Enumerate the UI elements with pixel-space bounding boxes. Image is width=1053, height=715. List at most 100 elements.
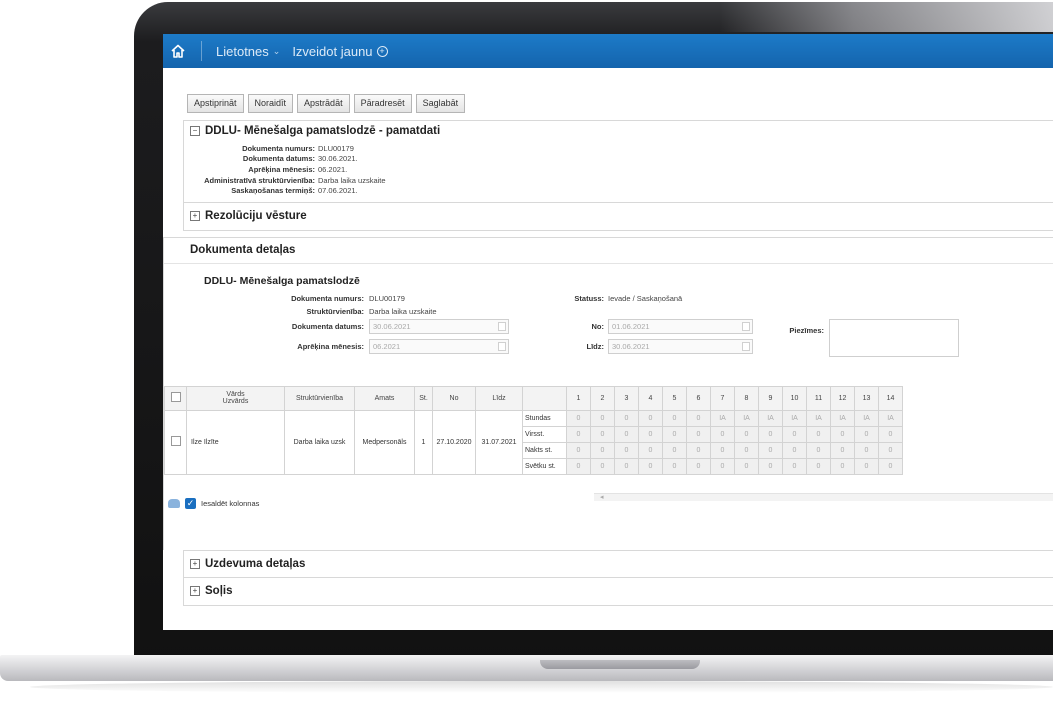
select-all-checkbox[interactable]	[170, 392, 181, 403]
day-cell[interactable]: 0	[830, 441, 855, 459]
day-cell[interactable]: 0	[686, 457, 711, 475]
day-cell[interactable]: 0	[758, 425, 783, 443]
col-position[interactable]: Amats	[354, 385, 415, 411]
day-cell[interactable]: 0	[806, 441, 831, 459]
day-cell[interactable]: 0	[710, 457, 735, 475]
col-unit[interactable]: Struktūrvienība	[284, 385, 355, 411]
day-cell[interactable]: 0	[734, 425, 759, 443]
day-cell[interactable]: 0	[734, 441, 759, 459]
day-cell[interactable]: 0	[830, 457, 855, 475]
day-cell[interactable]: 0	[662, 425, 687, 443]
collapse-icon[interactable]: −	[190, 126, 200, 136]
day-cell[interactable]: 0	[806, 425, 831, 443]
day-cell[interactable]: IA	[830, 409, 855, 427]
day-cell[interactable]: 0	[590, 425, 615, 443]
day-cell[interactable]: IA	[710, 409, 735, 427]
day-cell[interactable]: IA	[758, 409, 783, 427]
calendar-icon[interactable]	[742, 341, 750, 351]
col-from[interactable]: No	[432, 385, 476, 411]
day-cell[interactable]: 0	[662, 409, 687, 427]
scroll-left-icon[interactable]: ◂	[600, 493, 604, 501]
day-cell[interactable]: 0	[662, 441, 687, 459]
day-cell[interactable]: 0	[782, 457, 807, 475]
field-row: Aprēķina mēnesis: 06.2021.	[184, 164, 1053, 175]
day-cell[interactable]: 0	[758, 441, 783, 459]
day-cell[interactable]: 0	[638, 441, 663, 459]
field-value: Darba laika uzskaite	[318, 175, 386, 185]
col-count[interactable]: St.	[414, 385, 433, 411]
col-to[interactable]: Līdz	[475, 385, 523, 411]
section-steps[interactable]: + Soļis	[183, 577, 1053, 606]
day-cell[interactable]: 0	[590, 409, 615, 427]
day-cell[interactable]: 0	[638, 457, 663, 475]
day-cell[interactable]: 0	[854, 425, 879, 443]
day-cell[interactable]: 0	[782, 441, 807, 459]
day-cell[interactable]: 0	[590, 441, 615, 459]
calendar-icon[interactable]	[742, 321, 750, 331]
nav-apps[interactable]: Lietotnes ⌄	[216, 44, 280, 59]
save-button[interactable]: Saglabāt	[415, 94, 466, 113]
print-icon[interactable]	[168, 498, 180, 508]
day-cell[interactable]: 0	[566, 441, 591, 459]
home-button[interactable]	[163, 34, 193, 68]
day-cell[interactable]: IA	[782, 409, 807, 427]
day-cell[interactable]: IA	[854, 409, 879, 427]
day-cell[interactable]: 0	[878, 425, 903, 443]
day-cell[interactable]: 0	[878, 457, 903, 475]
calc-month-input[interactable]: 06.2021	[369, 338, 509, 354]
day-cell[interactable]: 0	[710, 425, 735, 443]
day-cell[interactable]: IA	[806, 409, 831, 427]
day-cell[interactable]: 0	[614, 441, 639, 459]
day-cell[interactable]: 0	[614, 457, 639, 475]
to-date-input[interactable]: 30.06.2021	[608, 338, 753, 354]
day-cell[interactable]: 0	[662, 457, 687, 475]
day-cell[interactable]: 0	[590, 457, 615, 475]
row-checkbox[interactable]	[170, 436, 181, 447]
expand-icon[interactable]: +	[190, 210, 200, 221]
day-cell[interactable]: 0	[638, 425, 663, 443]
nav-create-new[interactable]: Izveidot jaunu +	[292, 44, 388, 59]
day-cell[interactable]: 0	[806, 457, 831, 475]
day-cell[interactable]: 0	[638, 409, 663, 427]
horizontal-scrollbar[interactable]: ◂	[594, 492, 1053, 501]
section-history-header[interactable]: + Rezolūciju vēsture	[184, 203, 1053, 226]
expand-icon[interactable]: +	[190, 558, 200, 569]
day-cell[interactable]: 0	[614, 409, 639, 427]
redirect-button[interactable]: Pāradresēt	[353, 94, 412, 113]
day-cell[interactable]: 0	[686, 409, 711, 427]
day-cell[interactable]: 0	[566, 425, 591, 443]
day-cell[interactable]: 0	[566, 457, 591, 475]
day-cell[interactable]: 0	[878, 441, 903, 459]
from-date-input[interactable]: 01.06.2021	[608, 318, 753, 334]
freeze-columns-checkbox[interactable]: ✓	[185, 497, 196, 509]
day-cell[interactable]: IA	[734, 409, 759, 427]
col-name[interactable]: Vārds Uzvārds	[186, 385, 285, 411]
calendar-icon[interactable]	[498, 341, 506, 351]
section-basic-data-header[interactable]: − DDLU- Mēnešalga pamatslodzē - pamatdat…	[184, 121, 1053, 141]
day-cell[interactable]: 0	[854, 441, 879, 459]
day-cell[interactable]: 0	[614, 425, 639, 443]
calendar-icon[interactable]	[498, 321, 506, 331]
day-cell[interactable]: 0	[566, 409, 591, 427]
doc-date-input[interactable]: 30.06.2021	[369, 318, 509, 334]
day-cell[interactable]: 0	[830, 425, 855, 443]
day-cell[interactable]: IA	[878, 409, 903, 427]
notes-textarea[interactable]	[829, 318, 959, 357]
day-cell[interactable]: 0	[758, 457, 783, 475]
day-cell[interactable]: 0	[854, 457, 879, 475]
field-label: Administratīvā struktūrvienība:	[204, 175, 315, 185]
row-select-cell	[164, 409, 187, 475]
top-nav-bar: Lietotnes ⌄ Izveidot jaunu +	[163, 34, 1053, 68]
day-cell[interactable]: 0	[686, 441, 711, 459]
freeze-columns-row: ✓ Iesaldēt kolonnas	[168, 497, 259, 509]
section-task-details[interactable]: + Uzdevuma detaļas	[183, 549, 1053, 578]
day-cell[interactable]: 0	[686, 425, 711, 443]
day-cell[interactable]: 0	[710, 441, 735, 459]
expand-icon[interactable]: +	[190, 586, 200, 597]
day-cell[interactable]: 0	[782, 425, 807, 443]
doc-date-text: 30.06.2021	[373, 321, 411, 331]
reject-button[interactable]: Noraidīt	[247, 94, 294, 113]
day-cell[interactable]: 0	[734, 457, 759, 475]
process-button[interactable]: Apstrādāt	[297, 94, 350, 113]
approve-button[interactable]: Apstiprināt	[187, 94, 244, 113]
